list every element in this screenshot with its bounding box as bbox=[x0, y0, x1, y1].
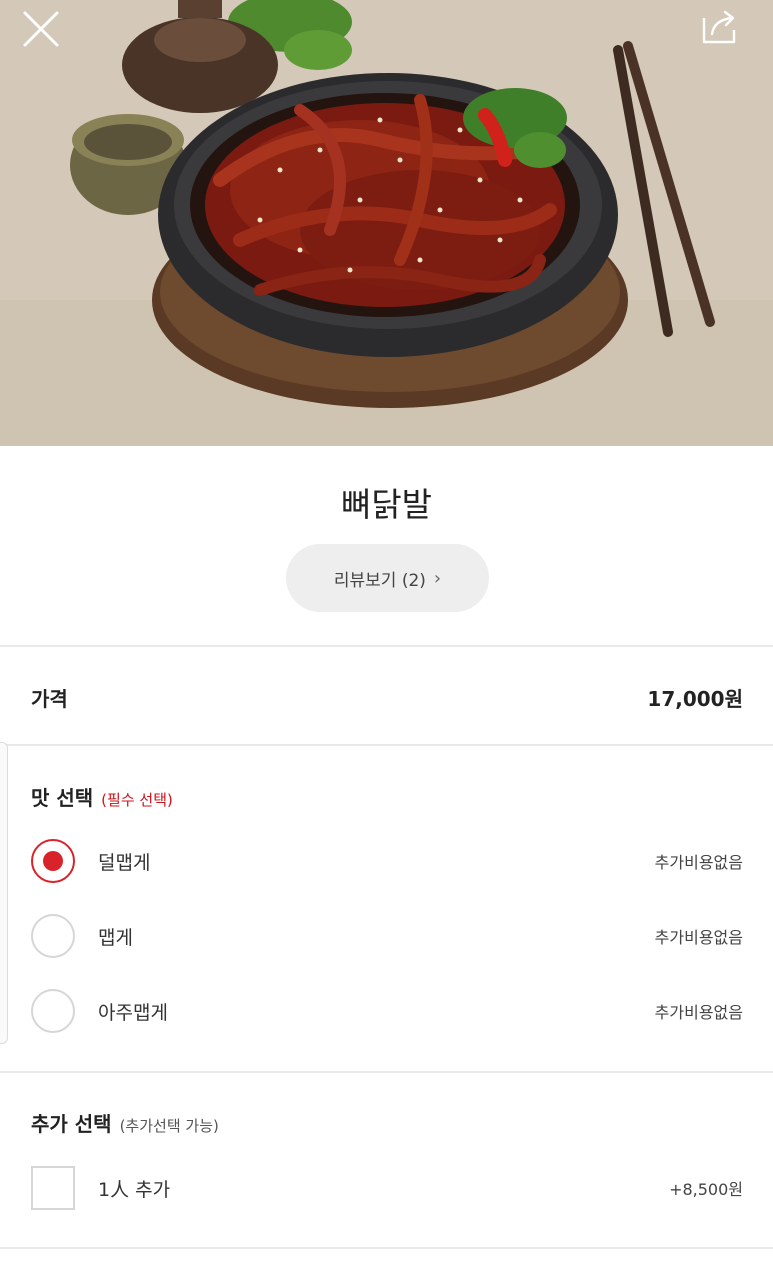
share-icon bbox=[702, 10, 736, 44]
price-label: 가격 bbox=[31, 687, 68, 711]
divider bbox=[0, 1247, 773, 1249]
extra-title: 추가 선택 bbox=[31, 1112, 112, 1136]
taste-option[interactable]: 맵게 추가비용없음 bbox=[0, 906, 773, 966]
review-button-label: 리뷰보기 (2) bbox=[333, 570, 426, 591]
radio-button-selected[interactable] bbox=[31, 839, 75, 883]
option-label: 덜맵게 bbox=[98, 851, 151, 874]
share-button[interactable] bbox=[700, 8, 750, 56]
food-illustration bbox=[0, 0, 773, 446]
taste-title: 맛 선택 bbox=[31, 786, 94, 810]
optional-note: (추가선택 가능) bbox=[119, 1117, 219, 1135]
option-price: 추가비용없음 bbox=[654, 853, 743, 872]
close-button[interactable] bbox=[22, 10, 78, 58]
taste-section-title: 맛 선택 (필수 선택) bbox=[31, 782, 173, 811]
radio-button[interactable] bbox=[31, 914, 75, 958]
taste-option[interactable]: 덜맵게 추가비용없음 bbox=[0, 831, 773, 891]
option-label: 아주맵게 bbox=[98, 1001, 168, 1024]
chevron-right-icon: › bbox=[433, 567, 442, 589]
option-label: 1人 추가 bbox=[98, 1178, 171, 1201]
checkbox[interactable] bbox=[31, 1166, 75, 1210]
required-note: (필수 선택) bbox=[101, 791, 173, 809]
option-label: 맵게 bbox=[98, 926, 133, 949]
radio-button[interactable] bbox=[31, 989, 75, 1033]
price-value: 17,000원 bbox=[647, 687, 743, 711]
product-photo bbox=[0, 0, 773, 446]
divider bbox=[0, 645, 773, 647]
option-price: 추가비용없음 bbox=[654, 928, 743, 947]
close-icon bbox=[23, 11, 59, 47]
extra-option[interactable]: 1人 추가 +8,500원 bbox=[0, 1158, 773, 1218]
extra-section-title: 추가 선택 (추가선택 가능) bbox=[31, 1108, 219, 1137]
divider bbox=[0, 744, 773, 746]
taste-option[interactable]: 아주맵게 추가비용없음 bbox=[0, 981, 773, 1041]
option-price: +8,500원 bbox=[669, 1180, 743, 1199]
product-title: 뼈닭발 bbox=[340, 485, 433, 524]
divider bbox=[0, 1071, 773, 1073]
review-button[interactable]: 리뷰보기 (2) › bbox=[286, 544, 489, 612]
option-price: 추가비용없음 bbox=[654, 1003, 743, 1022]
